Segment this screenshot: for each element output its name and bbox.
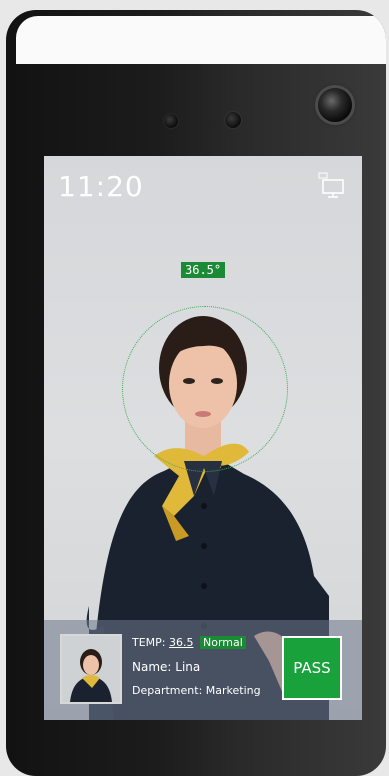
clock-time: 11:20 [58,170,144,203]
temperature-value: 36.5 [169,636,194,649]
light-sensor-icon [225,112,241,128]
recognition-result-panel: TEMP: 36.5 Normal Name: Lina Department:… [44,620,362,720]
name-value: Lina [175,660,201,674]
temperature-label: TEMP: [132,636,166,649]
monitor-network-icon [318,172,344,198]
department-line: Department: Marketing [132,684,261,697]
temperature-status-badge: Normal [200,636,246,649]
name-label: Name: [132,660,172,674]
name-line: Name: Lina [132,660,200,674]
top-bezel [16,16,386,64]
face-detection-circle [122,306,288,472]
pass-status-button[interactable]: PASS [282,636,342,700]
display-screen: 11:20 36.5° TEMP: 36.5 Normal Name: Lina… [44,156,362,720]
captured-face-thumbnail [60,634,122,704]
temperature-line: TEMP: 36.5 Normal [132,636,246,649]
ir-sensor-icon [164,114,178,128]
department-value: Marketing [205,684,261,697]
face-recognition-terminal: 11:20 36.5° TEMP: 36.5 Normal Name: Lina… [6,10,386,776]
camera-lens-icon [318,88,352,122]
department-label: Department: [132,684,203,697]
temperature-reading-badge: 36.5° [181,262,226,278]
